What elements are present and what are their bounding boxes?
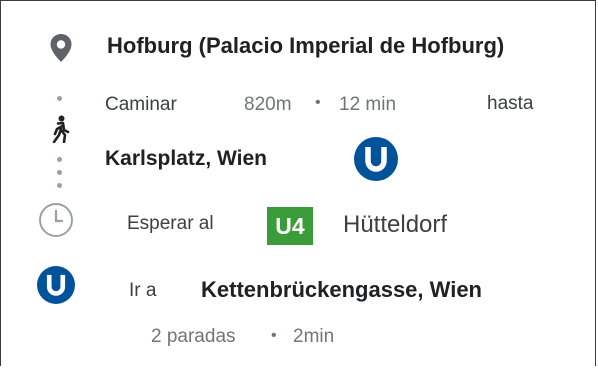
ride-separator: • <box>271 327 277 344</box>
wait-label: Esperar al <box>127 213 214 234</box>
walk-until-label: hasta <box>487 93 534 114</box>
wait-direction: Hütteldorf <box>343 211 448 238</box>
ride-duration: 2min <box>293 326 335 347</box>
walk-separator: • <box>315 94 321 111</box>
ride-destination[interactable]: Kettenbrückengasse, Wien <box>201 277 482 303</box>
ride-stops: 2 paradas <box>151 326 236 347</box>
walk-destination[interactable]: Karlsplatz, Wien <box>105 147 267 171</box>
ubahn-icon <box>37 266 75 304</box>
timeline-dot <box>57 157 62 162</box>
location-pin-icon <box>49 33 73 68</box>
timeline-dot <box>57 170 62 175</box>
walk-mode-label: Caminar <box>105 94 177 115</box>
timeline-dot <box>57 96 62 101</box>
walk-distance: 820m <box>244 94 292 115</box>
ride-go-to-label: Ir a <box>129 280 157 301</box>
timeline-dot <box>57 183 62 188</box>
line-badge-u4[interactable]: U4 <box>267 207 313 245</box>
ubahn-icon <box>354 137 398 181</box>
walking-person-icon <box>50 115 70 148</box>
clock-icon <box>38 202 74 243</box>
directions-panel: Hofburg (Palacio Imperial de Hofburg) Ca… <box>0 0 596 366</box>
origin-name[interactable]: Hofburg (Palacio Imperial de Hofburg) <box>107 33 504 59</box>
walk-duration: 12 min <box>339 94 397 115</box>
